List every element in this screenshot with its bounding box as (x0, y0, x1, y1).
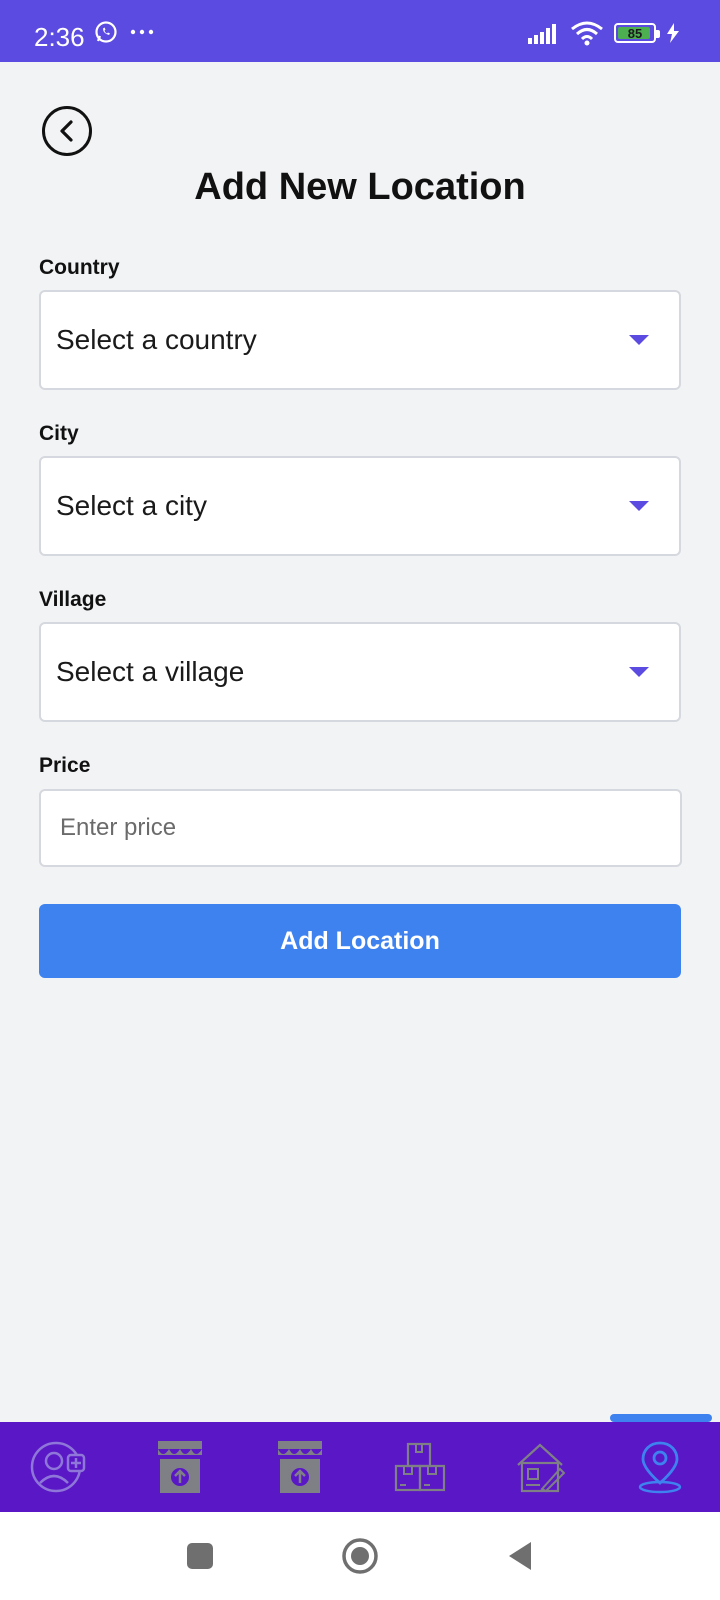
more-icon (130, 29, 154, 35)
bottom-nav (0, 1422, 720, 1512)
nav-house-edit[interactable] (500, 1427, 580, 1507)
wifi-icon (571, 21, 603, 46)
city-label: City (39, 422, 79, 445)
country-select[interactable]: Select a country (39, 290, 681, 390)
boxes-icon (394, 1442, 446, 1492)
dropdown-arrow-icon (629, 667, 649, 677)
charging-icon (667, 23, 679, 43)
page-title: Add New Location (194, 166, 526, 208)
add-location-button[interactable]: Add Location (39, 904, 681, 978)
city-select[interactable]: Select a city (39, 456, 681, 556)
country-select-value: Select a country (56, 324, 257, 355)
status-system-icons: 85 (528, 20, 680, 46)
store-upload-icon (158, 1441, 202, 1493)
status-bar: 2:36 85 (0, 0, 720, 62)
dropdown-arrow-icon (629, 501, 649, 511)
home-button[interactable] (335, 1531, 385, 1581)
status-notifications (94, 20, 154, 44)
village-label: Village (39, 588, 107, 611)
back-button[interactable] (42, 106, 92, 156)
store-upload-icon (278, 1441, 322, 1493)
city-select-value: Select a city (56, 490, 207, 521)
nav-location[interactable] (620, 1427, 700, 1507)
active-tab-indicator (610, 1414, 712, 1422)
village-select[interactable]: Select a village (39, 622, 681, 722)
nav-store-upload-1[interactable] (140, 1427, 220, 1507)
recents-icon (187, 1543, 213, 1569)
nav-store-upload-2[interactable] (260, 1427, 340, 1507)
battery-icon: 85 (614, 23, 660, 43)
status-time: 2:36 (34, 22, 85, 52)
chevron-left-icon (60, 120, 73, 142)
country-label: Country (39, 256, 120, 279)
home-icon (342, 1538, 378, 1574)
village-select-value: Select a village (56, 656, 245, 687)
add-user-icon (30, 1441, 86, 1493)
signal-icon (528, 24, 556, 44)
system-nav-bar (0, 1512, 720, 1600)
recents-button[interactable] (175, 1531, 225, 1581)
battery-level: 85 (627, 25, 643, 41)
dropdown-arrow-icon (629, 335, 649, 345)
price-input[interactable] (39, 789, 682, 867)
nav-add-user[interactable] (20, 1427, 100, 1507)
system-back-button[interactable] (495, 1531, 545, 1581)
price-label: Price (39, 754, 91, 777)
back-triangle-icon (509, 1542, 531, 1570)
location-pin-icon (638, 1441, 682, 1494)
nav-boxes[interactable] (380, 1427, 460, 1507)
whatsapp-icon (95, 21, 117, 43)
house-edit-icon (517, 1443, 566, 1493)
battery-tip (656, 30, 660, 38)
